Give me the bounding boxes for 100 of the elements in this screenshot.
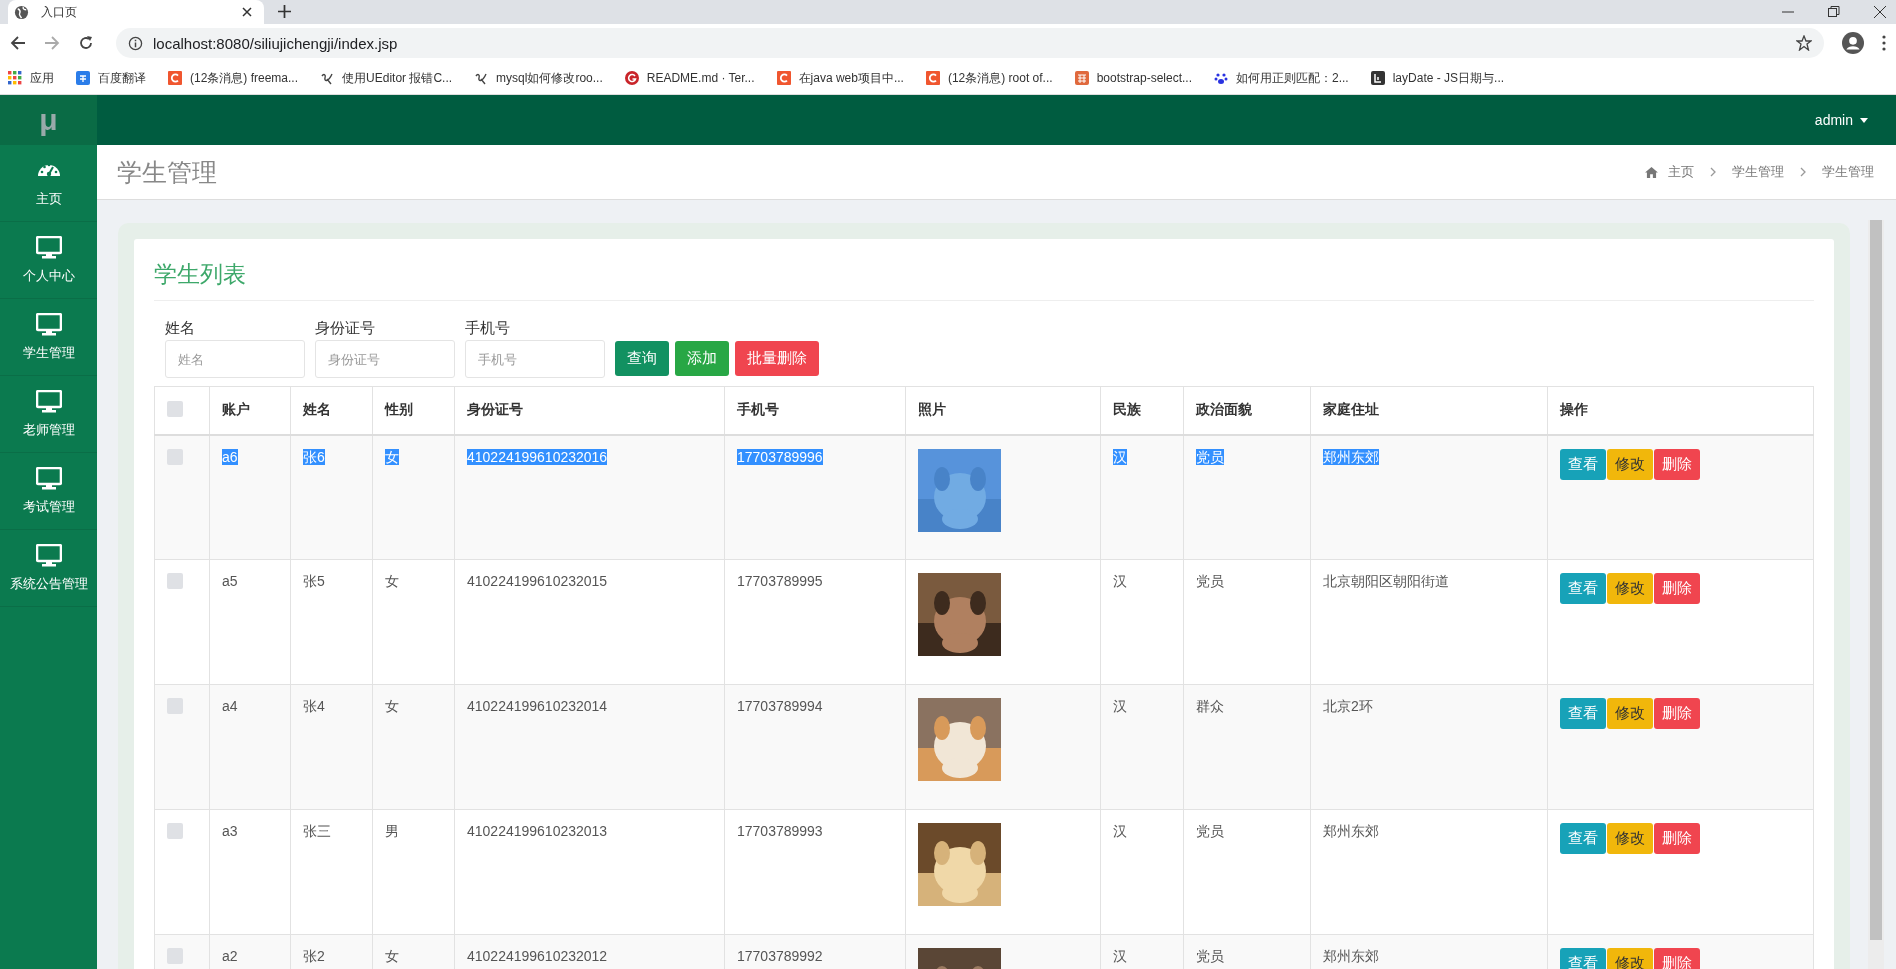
table-cell: 17703789996 xyxy=(737,448,823,465)
field-label: 姓名 xyxy=(165,319,196,338)
logo: μ xyxy=(0,95,97,145)
checkbox[interactable] xyxy=(167,823,183,839)
bookmark[interactable]: 如何用正则匹配：2... xyxy=(1214,69,1349,87)
table-cell: 17703789992 xyxy=(737,948,823,964)
column-header: 性别 xyxy=(372,386,455,435)
checkbox[interactable] xyxy=(167,573,183,589)
bookmark[interactable]: 在java web项目中... xyxy=(776,69,904,87)
delete-button[interactable]: 删除 xyxy=(1654,448,1700,480)
add-button[interactable]: 添加 xyxy=(675,341,729,376)
table-cell: 17703789994 xyxy=(737,698,823,714)
table-cell: 郑州东郊 xyxy=(1323,448,1379,465)
bookmark[interactable]: (12条消息) freema... xyxy=(168,69,299,87)
table-cell: 410224199610232012 xyxy=(467,948,608,964)
delete-button[interactable]: 删除 xyxy=(1654,823,1700,854)
edit-button[interactable]: 修改 xyxy=(1607,448,1653,480)
home-icon xyxy=(1645,166,1658,178)
table-cell: 群众 xyxy=(1196,698,1224,714)
input-field[interactable]: 姓名 xyxy=(165,340,305,378)
caret-icon xyxy=(1860,117,1868,123)
table-cell: a3 xyxy=(222,823,238,839)
close-icon xyxy=(242,7,252,17)
square-icon xyxy=(776,71,791,85)
column-header: 民族 xyxy=(1100,386,1184,435)
view-button[interactable]: 查看 xyxy=(1560,948,1606,969)
delete-button[interactable]: 批量删除 xyxy=(735,341,819,376)
view-button[interactable]: 查看 xyxy=(1560,698,1606,729)
monitor-icon xyxy=(35,466,62,490)
table-cell: 张4 xyxy=(303,698,325,714)
bookmark[interactable]: 百度翻译 xyxy=(76,69,146,87)
table-cell: 北京2环 xyxy=(1323,698,1373,714)
checkbox[interactable] xyxy=(167,698,183,714)
column-header: 账户 xyxy=(209,386,291,435)
forward-icon xyxy=(44,35,60,51)
chevron-icon xyxy=(1710,167,1716,177)
column-header: 照片 xyxy=(905,386,1101,435)
square-icon xyxy=(76,71,90,85)
edit-button[interactable]: 修改 xyxy=(1607,823,1653,854)
search-button[interactable]: 查询 xyxy=(615,341,669,376)
square-icon xyxy=(1074,71,1089,85)
table-cell: 女 xyxy=(385,448,399,465)
view-button[interactable]: 查看 xyxy=(1560,448,1606,480)
table-cell: a2 xyxy=(222,948,238,964)
table-cell: 党员 xyxy=(1196,448,1224,465)
table-cell: a6 xyxy=(222,448,238,465)
breadcrumb-link[interactable]: 学生管理 xyxy=(1732,163,1784,181)
card-title: 学生列表 xyxy=(154,257,1814,301)
table-cell: 17703789995 xyxy=(737,573,823,589)
square-icon xyxy=(1370,71,1385,85)
column-header: 身份证号 xyxy=(454,386,725,435)
checkbox[interactable] xyxy=(167,448,183,465)
input-field[interactable]: 手机号 xyxy=(465,340,605,378)
bookmark[interactable]: mysql如何修改roo... xyxy=(474,69,603,87)
delete-button[interactable]: 删除 xyxy=(1654,698,1700,729)
field-label: 身份证号 xyxy=(315,319,376,338)
table-cell: 张2 xyxy=(303,948,325,964)
user-menu[interactable]: admin xyxy=(1814,112,1868,128)
delete-button[interactable]: 删除 xyxy=(1654,573,1700,604)
bookmark[interactable]: README.md · Ter... xyxy=(624,71,755,85)
table-cell: 党员 xyxy=(1196,573,1224,589)
column-header: 政治面貌 xyxy=(1183,386,1311,435)
bookmark[interactable]: bootstrap-select... xyxy=(1074,71,1192,85)
checkbox[interactable] xyxy=(167,400,183,417)
table-cell: 410224199610232013 xyxy=(467,823,608,839)
reload-icon xyxy=(78,35,94,51)
breadcrumb-link[interactable]: 学生管理 xyxy=(1822,163,1874,181)
bookmark[interactable]: layDate - JS日期与... xyxy=(1370,69,1505,87)
apps-grid-icon xyxy=(8,71,22,85)
more-icon xyxy=(1882,35,1886,51)
info-icon xyxy=(128,35,143,51)
edit-button[interactable]: 修改 xyxy=(1607,698,1653,729)
table-cell: 张5 xyxy=(303,573,325,589)
table-cell: a4 xyxy=(222,698,238,714)
swirl-icon xyxy=(474,71,489,85)
star-icon xyxy=(1796,35,1812,51)
checkbox[interactable] xyxy=(167,948,183,964)
square-icon xyxy=(925,71,940,85)
close-icon xyxy=(1874,6,1886,18)
table-cell: 女 xyxy=(385,573,399,589)
back-icon xyxy=(10,35,26,51)
view-button[interactable]: 查看 xyxy=(1560,823,1606,854)
address-bar[interactable]: localhost:8080/siliujichengji/index.jsp xyxy=(116,28,1824,58)
column-header: 姓名 xyxy=(290,386,373,435)
table-cell: 汉 xyxy=(1113,573,1127,589)
bookmark[interactable]: 使用UEditor 报错C... xyxy=(320,69,453,87)
monitor-icon xyxy=(35,235,62,259)
view-button[interactable]: 查看 xyxy=(1560,573,1606,604)
table-cell: 男 xyxy=(385,823,399,839)
restore-icon xyxy=(1828,6,1840,18)
browser-tab[interactable]: 入口页 xyxy=(8,0,264,24)
bookmark[interactable]: (12条消息) root of... xyxy=(925,69,1053,87)
square-icon xyxy=(168,71,182,85)
chevron-icon xyxy=(1800,167,1806,177)
input-field[interactable]: 身份证号 xyxy=(315,340,455,378)
table-cell: 410224199610232016 xyxy=(467,448,608,465)
edit-button[interactable]: 修改 xyxy=(1607,573,1653,604)
scrollbar[interactable] xyxy=(1868,220,1884,969)
bookmark[interactable]: 应用 xyxy=(8,69,54,87)
breadcrumb-link[interactable]: 主页 xyxy=(1668,163,1694,181)
